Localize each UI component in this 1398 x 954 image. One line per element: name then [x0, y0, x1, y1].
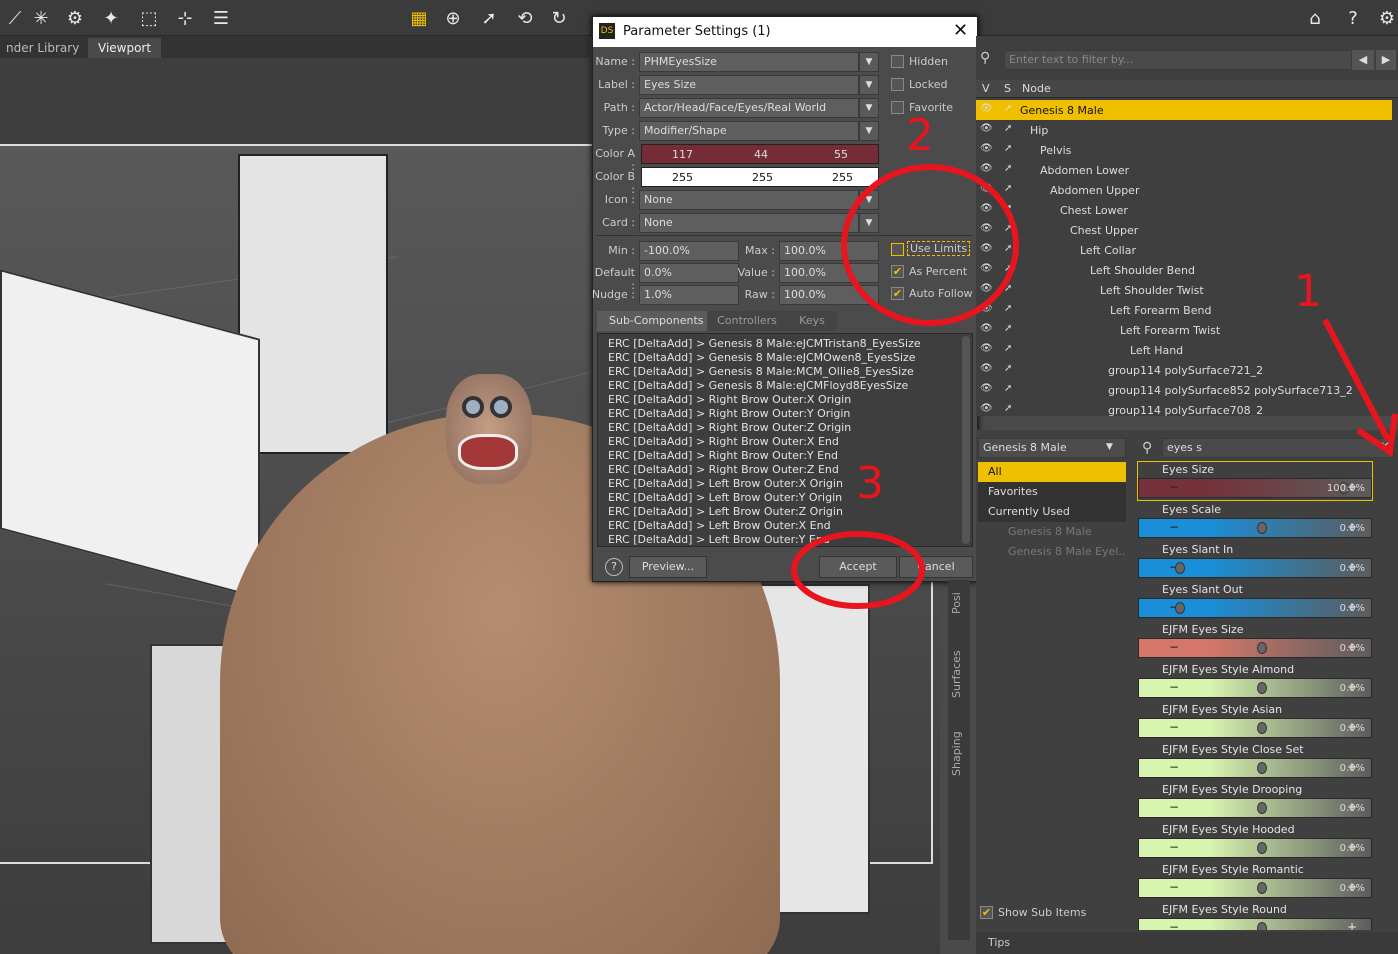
annotation-circle [841, 164, 1019, 326]
annotation-arrow [1322, 318, 1391, 442]
annotation-overlay [791, 164, 1398, 609]
annotation-circle [791, 531, 925, 609]
